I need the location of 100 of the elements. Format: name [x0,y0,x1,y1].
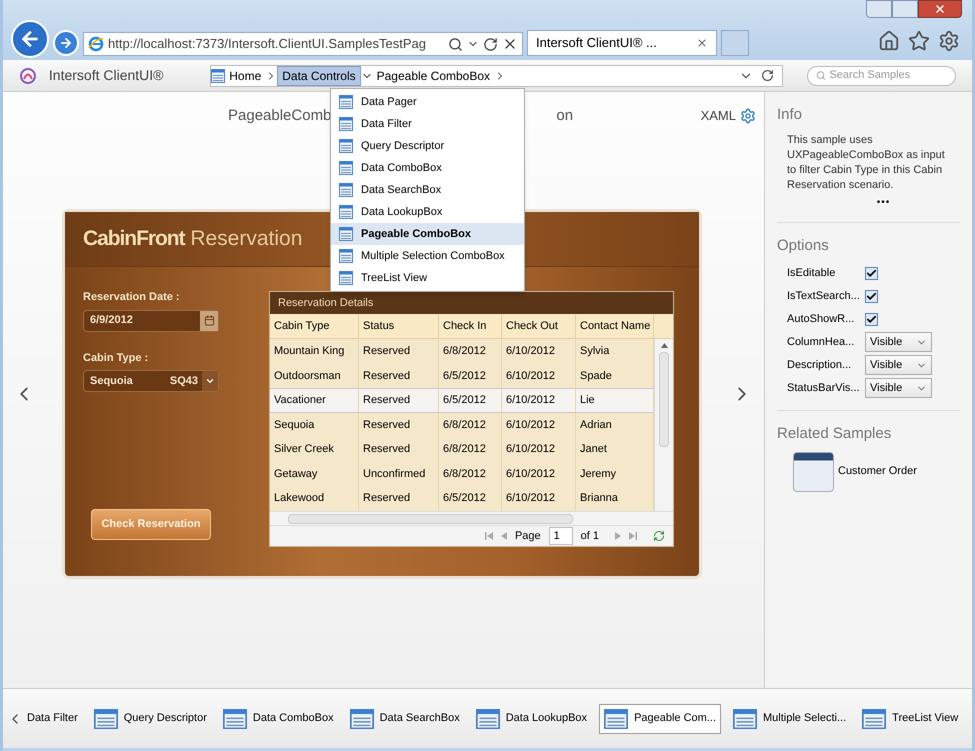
list-icon [733,708,757,728]
sample-thumbnail[interactable] [793,452,834,492]
list-icon [339,117,353,131]
list-icon [339,249,353,263]
more-icon: ••• [876,194,890,210]
menu-item[interactable]: TreeList View [331,267,524,289]
page-count: of 1 [580,528,599,544]
list-icon [94,708,118,728]
grid-title: Reservation Details [278,296,374,311]
sample-tab[interactable]: Data LookupBox [472,704,592,734]
list-icon [339,271,353,285]
menu-item[interactable]: Data ComboBox [331,157,524,179]
table-row[interactable]: Outdoorsman Reserved 6/5/2012 6/10/2012 Spade [270,364,654,388]
calendar-icon[interactable] [200,310,218,330]
list-icon [339,183,353,197]
sample-tab[interactable]: Multiple Selecti... [729,704,850,734]
back-button[interactable] [11,20,49,58]
page-field[interactable]: 1 [548,527,573,545]
sample-tab[interactable]: Data Filter [23,704,82,734]
table-row[interactable]: Getaway Unconfirmed 6/8/2012 6/10/2012 Jeremy [270,462,654,486]
tab-title: Intersoft ClientUI® ... [536,34,658,52]
menu-item[interactable]: Multiple Selection ComboBox [331,245,524,267]
card-title: CabinFront Reservation [83,226,302,252]
menu-item[interactable]: Data Pager [331,91,524,113]
option-label: IsEditable [787,266,836,281]
menu-item[interactable]: Data SearchBox [331,179,524,201]
list-icon [476,708,500,728]
page-title: on [556,106,574,126]
next-page-icon[interactable] [615,532,621,540]
scroll-up-icon[interactable] [660,343,668,348]
column-header[interactable]: Status [359,314,439,338]
breadcrumb-item[interactable]: Data Controls [277,66,361,86]
menu-item[interactable]: Pageable ComboBox [331,223,524,245]
column-header[interactable]: Check Out [502,314,576,338]
option-label: IsTextSearch... [787,288,861,304]
sample-tab[interactable]: Data ComboBox [218,704,338,734]
page-title: PageableComb [228,106,332,126]
xaml-link[interactable]: XAML [700,106,736,126]
checkbox[interactable] [865,290,878,302]
last-page-icon[interactable] [629,532,637,540]
option-label: ColumnHea... [787,334,856,350]
list-icon [339,161,353,175]
refresh-icon [653,530,665,542]
cabin-label: Cabin Type : [83,350,150,366]
section-title: Options [777,236,830,256]
list-icon [339,227,353,241]
browser-tab[interactable]: Intersoft ClientUI® ... [527,30,717,56]
list-icon [339,205,353,219]
favorites-icon [908,30,930,52]
column-header[interactable]: Contact Name [576,314,654,338]
sample-tab[interactable]: Query Descriptor [90,704,211,734]
cabin-select[interactable]: Sequoia SQ43 [83,370,219,392]
date-field[interactable]: 6/9/2012 [83,310,219,332]
breadcrumb-item[interactable]: Pageable ComboBox [372,66,494,86]
checkbox[interactable] [865,312,878,326]
menu-item[interactable]: Data LookupBox [331,201,524,223]
select-field[interactable]: Visible [865,378,932,398]
list-icon [604,708,628,728]
column-header[interactable]: Cabin Type [270,314,359,338]
settings-icon [938,30,960,52]
sample-tab[interactable]: Pageable Com... [599,704,721,734]
sample-tab[interactable]: Data SearchBox [346,704,464,734]
table-cell: Reserved [359,389,439,412]
address-bar[interactable]: http://localhost:7373/Intersoft.ClientUI.SamplesTestPag [83,32,523,56]
menu-item[interactable]: Data Filter [331,113,524,135]
list-icon [862,708,886,728]
first-page-icon[interactable] [484,532,493,540]
search-field[interactable]: Search Samples [806,66,956,86]
caret-icon [202,371,218,391]
previous-page-icon[interactable] [500,532,507,540]
info-text: This sample uses UXPageableComboBox as input to filter Cabin Type in this Cabin Reservation scenario. [786,132,946,192]
list-icon [222,708,247,728]
table-row[interactable]: Vacationer Reserved 6/5/2012 6/10/2012 Lie [270,388,654,412]
forward-button[interactable] [53,30,79,56]
date-label: Reservation Date : [83,290,181,305]
page-label: Page [514,528,541,544]
grid-icon [211,68,226,82]
sample-tab[interactable]: TreeList View [858,704,962,734]
breadcrumb-item[interactable]: Home [225,66,266,86]
option-label: AutoShowR... [787,312,856,327]
select-field[interactable]: Visible [865,332,932,352]
vertical-scrollbar[interactable] [654,339,673,511]
table-row[interactable]: Sequoia Reserved 6/8/2012 6/10/2012 Adrian [270,412,654,437]
checkbox[interactable] [865,266,878,280]
refresh-icon [760,69,774,82]
menu-item[interactable]: Query Descriptor [331,135,524,157]
select-field[interactable]: Visible [865,355,932,375]
table-row[interactable]: Mountain King Reserved 6/8/2012 6/10/2012 Sylvia [270,339,654,364]
minimize-button[interactable] [866,0,892,18]
column-header[interactable]: Check In [439,314,502,338]
search-input[interactable]: Search Samples [829,67,947,84]
table-row[interactable]: Lakewood Reserved 6/5/2012 6/10/2012 Brianna [270,486,654,510]
horizontal-scrollbar[interactable] [270,511,673,525]
related-sample-link[interactable]: Customer Order [838,463,917,480]
search-icon [448,36,463,52]
maximize-button[interactable] [892,0,918,18]
table-row[interactable]: Silver Creek Reserved 6/8/2012 6/10/2012 Janet [270,437,654,462]
logo-icon [19,66,37,84]
close-button[interactable] [918,0,962,18]
option-label: Description... [787,358,852,373]
